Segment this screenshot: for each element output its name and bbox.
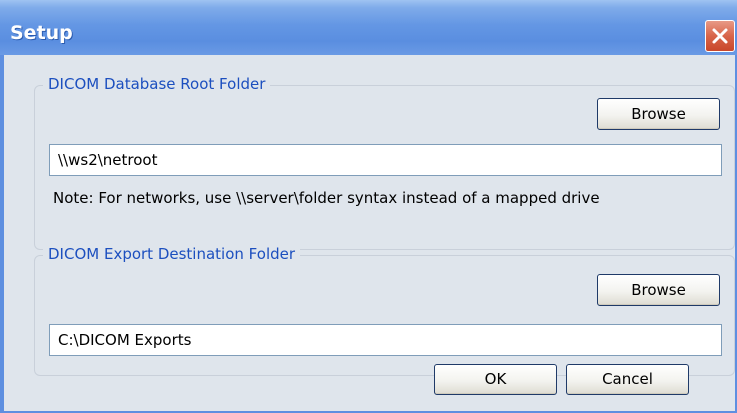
window-title: Setup [10,22,73,44]
database-root-group: DICOM Database Root Folder Browse \\ws2\… [34,75,735,250]
network-note: Note: For networks, use \\server\folder … [53,189,600,207]
setup-dialog: Setup DICOM Database Root Folder Browse … [0,0,737,413]
close-icon [712,28,728,44]
cancel-button[interactable]: Cancel [566,364,689,395]
ok-button[interactable]: OK [434,364,557,395]
title-bar[interactable]: Setup [0,0,737,55]
browse-export-button[interactable]: Browse [597,274,720,306]
dialog-body: DICOM Database Root Folder Browse \\ws2\… [4,55,735,411]
browse-database-button[interactable]: Browse [597,98,720,130]
database-root-legend: DICOM Database Root Folder [43,75,271,93]
close-button[interactable] [705,20,735,52]
export-destination-group: DICOM Export Destination Folder Browse C… [34,245,735,376]
database-path-input[interactable]: \\ws2\netroot [49,144,722,176]
export-path-input[interactable]: C:\DICOM Exports [49,324,722,356]
export-destination-legend: DICOM Export Destination Folder [43,245,301,263]
